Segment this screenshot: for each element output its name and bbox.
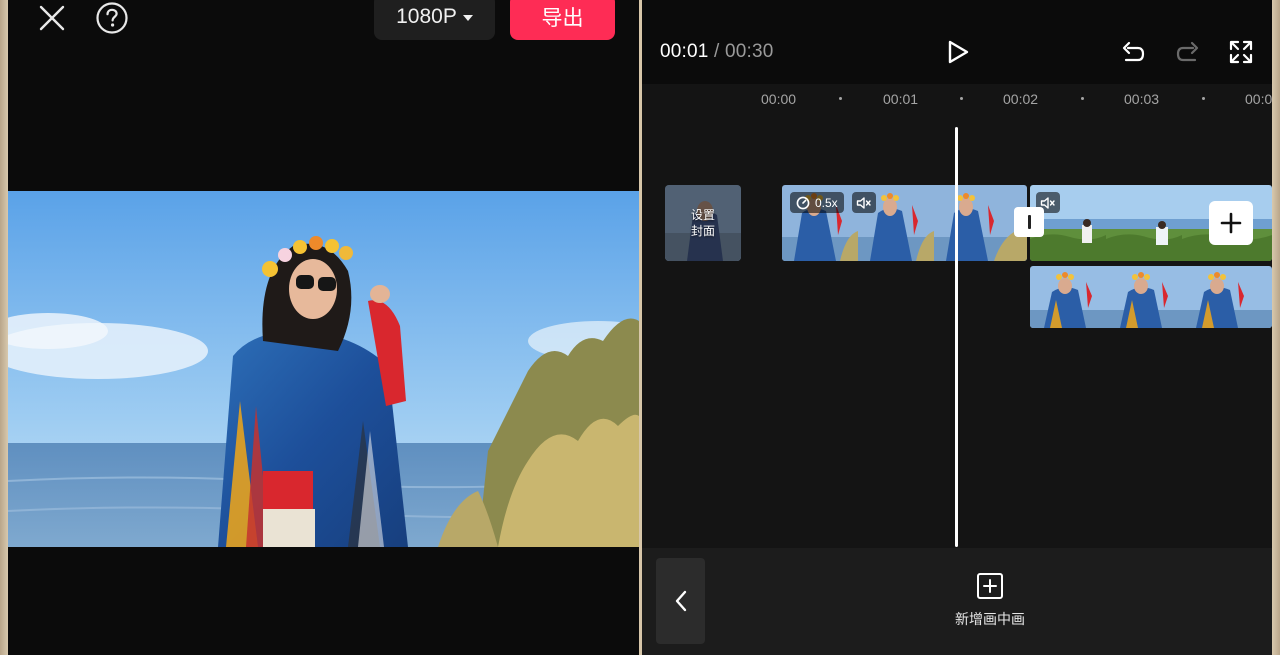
undo-icon bbox=[1122, 41, 1145, 62]
ruler-dot bbox=[960, 97, 963, 100]
video-preview[interactable] bbox=[8, 191, 639, 547]
redo-icon bbox=[1176, 41, 1199, 62]
pip-video-clip[interactable] bbox=[1030, 266, 1272, 328]
help-button[interactable] bbox=[94, 0, 130, 36]
transition-button[interactable] bbox=[1014, 207, 1044, 237]
add-square-icon bbox=[976, 572, 1004, 600]
play-icon bbox=[948, 40, 969, 64]
fullscreen-button[interactable] bbox=[1225, 36, 1257, 68]
set-cover-button[interactable]: 设置 封面 bbox=[665, 185, 741, 261]
speed-icon bbox=[796, 196, 810, 209]
redo-button[interactable] bbox=[1172, 36, 1204, 68]
cover-label-line1: 设置 bbox=[690, 208, 715, 222]
mute-icon bbox=[856, 196, 871, 209]
main-video-clip[interactable]: 0.5x bbox=[782, 185, 1027, 261]
time-readout: 00:01 / 00:30 bbox=[660, 41, 774, 63]
ruler-dot bbox=[839, 97, 842, 100]
transition-icon bbox=[1027, 215, 1031, 229]
add-pip-label: 新增画中画 bbox=[955, 611, 1025, 627]
help-icon bbox=[96, 2, 128, 34]
time-separator: / bbox=[714, 41, 720, 62]
bottom-toolbar: 新增画中画 bbox=[642, 548, 1272, 655]
transport-bar: 00:01 / 00:30 bbox=[642, 0, 1272, 84]
export-button[interactable]: 导出 bbox=[510, 0, 615, 40]
cover-label-line2: 封面 bbox=[690, 224, 715, 238]
close-icon bbox=[39, 5, 65, 31]
export-label: 导出 bbox=[541, 7, 584, 30]
editor-panel: 00:01 / 00:30 00:00 00:01 00:02 00:03 00… bbox=[642, 0, 1272, 655]
back-button[interactable] bbox=[656, 558, 705, 644]
frame-edge-right bbox=[1272, 0, 1280, 655]
total-time: 00:30 bbox=[725, 41, 774, 62]
current-time: 00:01 bbox=[660, 41, 709, 62]
pip-clip-thumbnails bbox=[1030, 266, 1272, 328]
ruler-tick: 00:02 bbox=[1003, 91, 1039, 107]
speed-badge: 0.5x bbox=[790, 192, 844, 213]
mute-badge bbox=[852, 192, 876, 213]
frame-edge-left bbox=[0, 0, 8, 655]
ruler-dot bbox=[1202, 97, 1205, 100]
ruler-tick: 00:03 bbox=[1124, 91, 1160, 107]
ruler-tick: 00:01 bbox=[883, 91, 919, 107]
timeline-area[interactable]: 00:00 00:01 00:02 00:03 00:0 设置 封面 0.5x bbox=[642, 84, 1272, 548]
add-clip-button[interactable] bbox=[1209, 201, 1253, 245]
preview-frame-image bbox=[8, 191, 639, 547]
ruler-tick: 00:0 bbox=[1245, 91, 1272, 107]
preview-panel: 1080P 导出 bbox=[8, 0, 639, 655]
close-button[interactable] bbox=[34, 0, 70, 36]
cover-label: 设置 封面 bbox=[665, 185, 741, 261]
chevron-left-icon bbox=[675, 590, 686, 612]
resolution-select[interactable]: 1080P bbox=[374, 0, 495, 40]
fullscreen-icon bbox=[1229, 40, 1253, 64]
playhead[interactable] bbox=[955, 127, 958, 547]
undo-button[interactable] bbox=[1117, 36, 1149, 68]
speed-value: 0.5x bbox=[815, 195, 838, 210]
ruler-tick: 00:00 bbox=[761, 91, 797, 107]
ruler-dot bbox=[1081, 97, 1084, 100]
plus-icon bbox=[1220, 212, 1242, 234]
resolution-label: 1080P bbox=[396, 5, 457, 28]
caret-down-icon bbox=[462, 15, 473, 21]
add-pip-button[interactable]: 新增画中画 bbox=[942, 572, 1038, 629]
play-button[interactable] bbox=[942, 36, 974, 68]
